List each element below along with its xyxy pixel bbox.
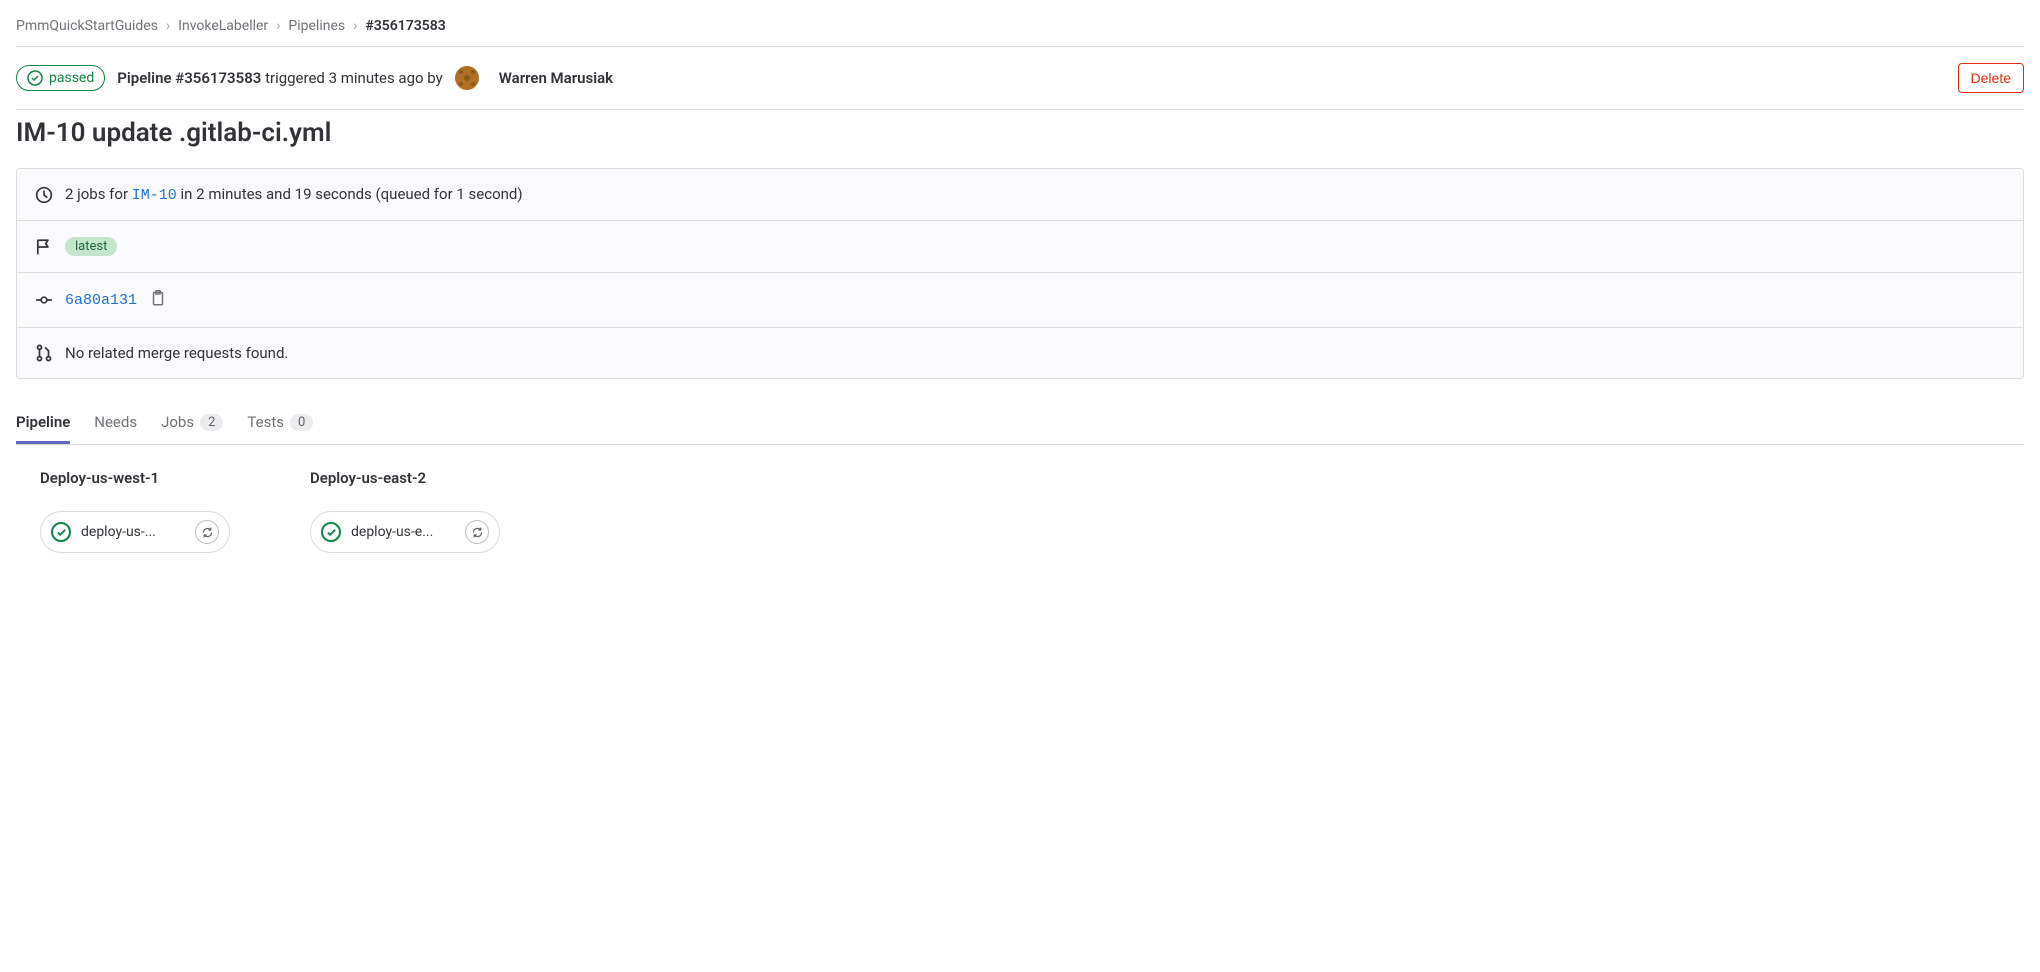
job-status-passed bbox=[321, 522, 341, 542]
pipeline-header-left: passed Pipeline #356173583 triggered 3 m… bbox=[16, 65, 613, 91]
tab-needs[interactable]: Needs bbox=[94, 403, 137, 444]
pipeline-id: Pipeline #356173583 bbox=[117, 69, 261, 87]
chevron-right-icon: › bbox=[166, 18, 170, 34]
stage-column: Deploy-us-west-1 deploy-us-... bbox=[40, 469, 230, 553]
job-pill[interactable]: deploy-us-... bbox=[40, 511, 230, 553]
jobs-summary: 2 jobs for IM-10 in 2 minutes and 19 sec… bbox=[65, 185, 523, 204]
check-icon bbox=[56, 527, 67, 538]
chevron-right-icon: › bbox=[353, 18, 357, 34]
job-name: deploy-us-... bbox=[81, 524, 185, 540]
check-circle-icon bbox=[27, 70, 43, 86]
clipboard-icon bbox=[149, 289, 167, 307]
mr-text: No related merge requests found. bbox=[65, 344, 288, 362]
tab-tests[interactable]: Tests 0 bbox=[247, 403, 313, 444]
status-badge-passed[interactable]: passed bbox=[16, 65, 105, 91]
breadcrumb: PmmQuickStartGuides › InvokeLabeller › P… bbox=[16, 10, 2024, 46]
pipeline-meta: Pipeline #356173583 triggered 3 minutes … bbox=[117, 69, 442, 87]
retry-icon bbox=[201, 526, 214, 539]
pipeline-stages: Deploy-us-west-1 deploy-us-... Deploy-us… bbox=[16, 469, 2024, 553]
tab-pipeline[interactable]: Pipeline bbox=[16, 403, 70, 444]
delete-button[interactable]: Delete bbox=[1958, 63, 2024, 93]
jobs-count: 2 bbox=[200, 414, 223, 431]
info-row-commit: 6a80a131 bbox=[17, 273, 2023, 328]
breadcrumb-current: #356173583 bbox=[365, 18, 445, 34]
breadcrumb-section[interactable]: Pipelines bbox=[288, 18, 345, 34]
tabs: Pipeline Needs Jobs 2 Tests 0 bbox=[16, 403, 2024, 445]
triggered-text: triggered 3 minutes ago by bbox=[265, 69, 443, 87]
latest-tag: latest bbox=[65, 237, 117, 256]
avatar[interactable] bbox=[455, 66, 479, 90]
commit-icon bbox=[35, 291, 53, 309]
merge-request-icon bbox=[35, 344, 53, 362]
author-name[interactable]: Warren Marusiak bbox=[499, 69, 613, 87]
pipeline-header: passed Pipeline #356173583 triggered 3 m… bbox=[16, 47, 2024, 109]
copy-button[interactable] bbox=[149, 289, 167, 311]
retry-icon bbox=[471, 526, 484, 539]
retry-button[interactable] bbox=[465, 520, 489, 544]
page-title: IM-10 update .gitlab-ci.yml bbox=[16, 118, 2024, 148]
retry-button[interactable] bbox=[195, 520, 219, 544]
job-status-passed bbox=[51, 522, 71, 542]
tests-count: 0 bbox=[290, 414, 313, 431]
info-row-jobs: 2 jobs for IM-10 in 2 minutes and 19 sec… bbox=[17, 169, 2023, 221]
clock-icon bbox=[35, 186, 53, 204]
info-row-latest: latest bbox=[17, 221, 2023, 273]
stage-column: Deploy-us-east-2 deploy-us-e... bbox=[310, 469, 500, 553]
chevron-right-icon: › bbox=[276, 18, 280, 34]
status-label: passed bbox=[49, 70, 94, 86]
divider bbox=[16, 109, 2024, 110]
flag-icon bbox=[35, 238, 53, 256]
pipeline-info-box: 2 jobs for IM-10 in 2 minutes and 19 sec… bbox=[16, 168, 2024, 379]
tab-jobs[interactable]: Jobs 2 bbox=[161, 403, 223, 444]
stage-name: Deploy-us-west-1 bbox=[40, 469, 230, 487]
info-row-mr: No related merge requests found. bbox=[17, 328, 2023, 378]
commit-sha-link[interactable]: 6a80a131 bbox=[65, 292, 137, 309]
branch-link[interactable]: IM-10 bbox=[132, 187, 177, 204]
job-name: deploy-us-e... bbox=[351, 524, 455, 540]
breadcrumb-project[interactable]: PmmQuickStartGuides bbox=[16, 18, 158, 34]
check-icon bbox=[326, 527, 337, 538]
job-pill[interactable]: deploy-us-e... bbox=[310, 511, 500, 553]
stage-name: Deploy-us-east-2 bbox=[310, 469, 500, 487]
breadcrumb-repo[interactable]: InvokeLabeller bbox=[178, 18, 268, 34]
